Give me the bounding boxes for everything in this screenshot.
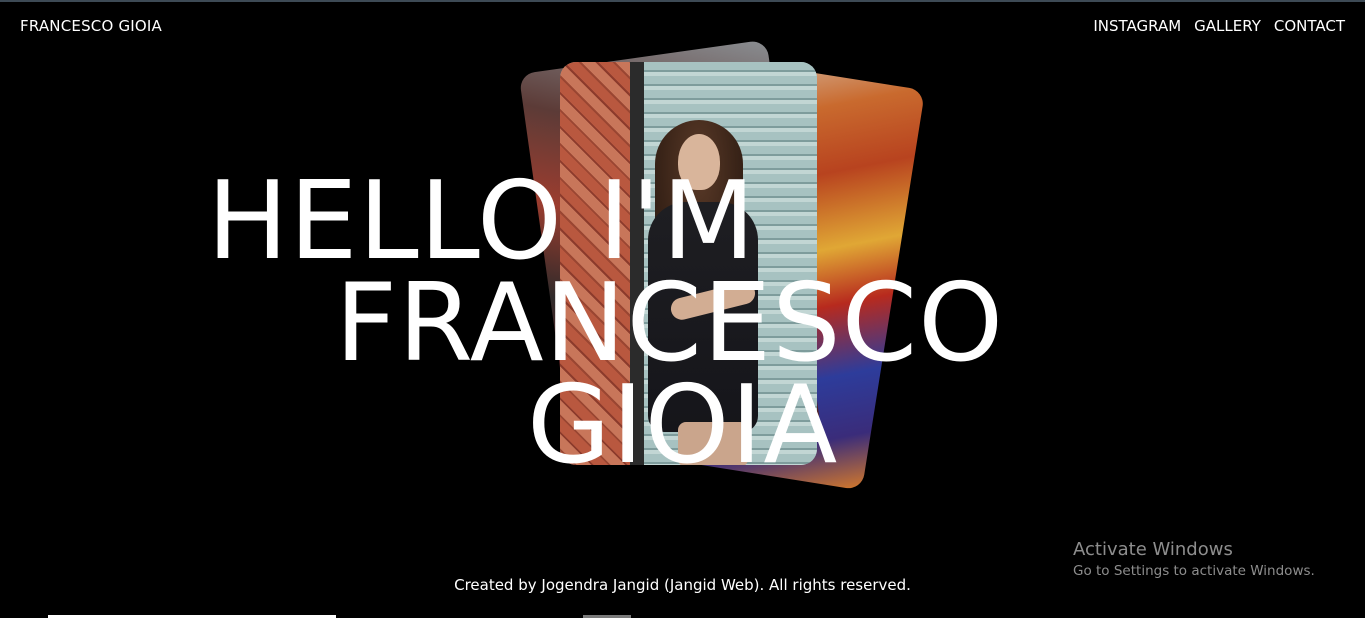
brand-logo[interactable]: FRANCESCO GIOIA xyxy=(20,17,162,35)
hero-line-2: FRANCESCO xyxy=(335,261,1005,386)
nav-gallery[interactable]: GALLERY xyxy=(1194,17,1261,35)
windows-activation-notice: Activate Windows Go to Settings to activ… xyxy=(1073,539,1315,579)
hero-line-3: GIOIA xyxy=(527,363,839,488)
nav-instagram[interactable]: INSTAGRAM xyxy=(1093,17,1181,35)
main-nav: INSTAGRAM GALLERY CONTACT xyxy=(1093,17,1345,35)
page: FRANCESCO GIOIA INSTAGRAM GALLERY CONTAC… xyxy=(0,0,1365,618)
activation-subtitle: Go to Settings to activate Windows. xyxy=(1073,563,1315,579)
nav-contact[interactable]: CONTACT xyxy=(1274,17,1345,35)
top-rule xyxy=(0,0,1365,2)
hero-line-1: HELLO I'M xyxy=(207,159,756,284)
activation-title: Activate Windows xyxy=(1073,539,1233,560)
